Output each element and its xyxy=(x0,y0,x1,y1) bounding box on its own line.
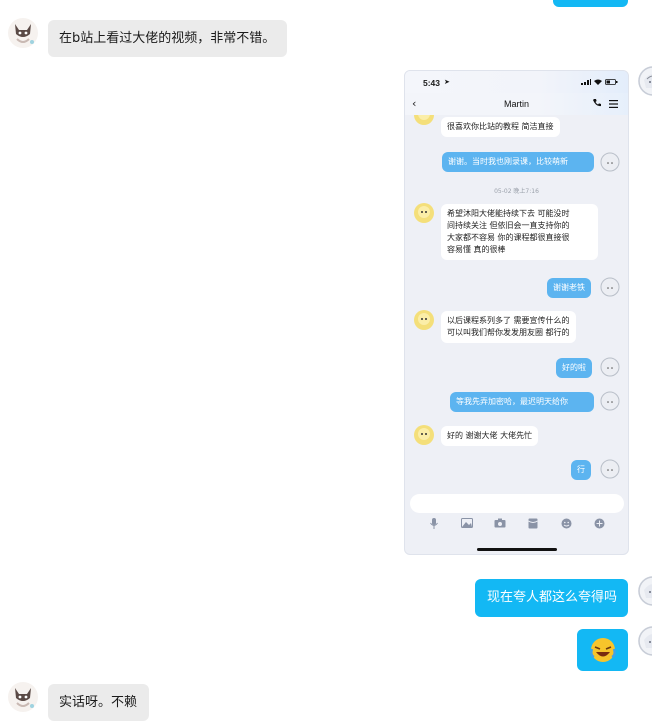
received-message: 以后课程系列多了 需要宣传什么的 可以叫我们帮你发发朋友圈 都行的 xyxy=(441,311,576,343)
message-text: 现在夸人都这么夸得吗 xyxy=(487,590,618,605)
received-message[interactable]: 实话呀。不赖 xyxy=(48,684,149,721)
anime-girl-avatar-icon xyxy=(600,357,620,377)
contact-avatar[interactable] xyxy=(8,682,38,712)
self-avatar xyxy=(600,357,620,377)
message-text: 在b站上看过大佬的视频，非常不错。 xyxy=(59,31,276,46)
image-icon[interactable] xyxy=(460,517,473,529)
home-indicator xyxy=(477,548,557,551)
contact-avatar xyxy=(414,425,434,445)
sent-message[interactable]: 现在夸人都这么夸得吗 xyxy=(475,579,628,617)
input-toolbar xyxy=(405,517,628,533)
self-avatar[interactable] xyxy=(638,66,652,96)
received-message: 很喜欢你比站的教程 简洁直接 xyxy=(441,117,560,137)
wifi-icon xyxy=(594,79,602,85)
received-message: 希望沐阳大佬能持续下去 可能没时 间持续关注 但依旧会一直支持你的 大家都不容易… xyxy=(441,204,598,260)
self-avatar xyxy=(600,277,620,297)
received-message[interactable]: 在b站上看过大佬的视频，非常不错。 xyxy=(48,20,287,57)
signal-icon xyxy=(581,79,591,85)
laughing-cry-emoji-icon xyxy=(590,638,616,662)
red-packet-icon[interactable] xyxy=(527,517,539,529)
yellow-avatar-icon xyxy=(414,310,434,330)
anime-girl-avatar-icon xyxy=(600,152,620,172)
status-icons xyxy=(581,79,618,85)
yellow-avatar-icon xyxy=(414,425,434,445)
sent-message: 行 xyxy=(571,460,591,480)
sent-message: 谢谢。当时我也刚录课，比较萌新 xyxy=(442,152,594,172)
nav-bar: ‹ Martin xyxy=(405,93,628,115)
yellow-avatar-icon xyxy=(414,115,434,125)
contact-avatar xyxy=(414,115,434,125)
self-avatar[interactable] xyxy=(638,576,652,606)
message-input[interactable] xyxy=(410,494,624,513)
message-text: 实话呀。不赖 xyxy=(59,695,138,710)
anime-girl-avatar-icon xyxy=(638,576,652,606)
sent-message: 谢谢老铁 xyxy=(547,278,591,298)
anime-girl-avatar-icon xyxy=(638,626,652,656)
phone-call-icon[interactable] xyxy=(592,98,602,108)
sent-emoji-message[interactable] xyxy=(577,629,628,671)
cat-avatar-icon xyxy=(8,18,38,48)
sent-message: 等我先弄加密哈，最迟明天给你 xyxy=(450,392,594,412)
status-bar: 5:43 ➤ xyxy=(405,71,628,93)
cat-avatar-icon xyxy=(8,682,38,712)
self-avatar[interactable] xyxy=(638,626,652,656)
sent-message: 好的啦 xyxy=(556,358,592,378)
anime-girl-avatar-icon xyxy=(600,277,620,297)
screenshot-chat-body: 很喜欢你比站的教程 简洁直接 谢谢。当时我也刚录课，比较萌新 05-02 晚上7… xyxy=(405,115,628,490)
contact-avatar[interactable] xyxy=(8,18,38,48)
contact-avatar xyxy=(414,310,434,330)
location-arrow-icon: ➤ xyxy=(444,78,450,86)
yellow-avatar-icon xyxy=(414,203,434,223)
emoji-icon[interactable] xyxy=(560,517,572,529)
plus-icon[interactable] xyxy=(593,517,605,529)
self-avatar xyxy=(600,391,620,411)
contact-avatar xyxy=(414,203,434,223)
microphone-icon[interactable] xyxy=(428,517,440,529)
self-avatar xyxy=(600,459,620,479)
anime-girl-avatar-icon xyxy=(600,459,620,479)
timestamp: 05-02 晚上7:16 xyxy=(494,188,539,195)
camera-icon[interactable] xyxy=(494,517,506,529)
self-avatar xyxy=(600,152,620,172)
received-message: 好的 谢谢大佬 大佬先忙 xyxy=(441,426,539,446)
menu-icon[interactable] xyxy=(609,100,618,108)
anime-girl-avatar-icon xyxy=(638,66,652,96)
status-time: 5:43 xyxy=(423,78,441,88)
sent-bubble-partial xyxy=(553,0,628,7)
chat-screenshot-image[interactable]: 5:43 ➤ ‹ Martin 很喜欢你比站的教程 简洁直接 谢谢。当时我也刚录… xyxy=(404,70,629,555)
battery-icon xyxy=(605,79,618,85)
anime-girl-avatar-icon xyxy=(600,391,620,411)
